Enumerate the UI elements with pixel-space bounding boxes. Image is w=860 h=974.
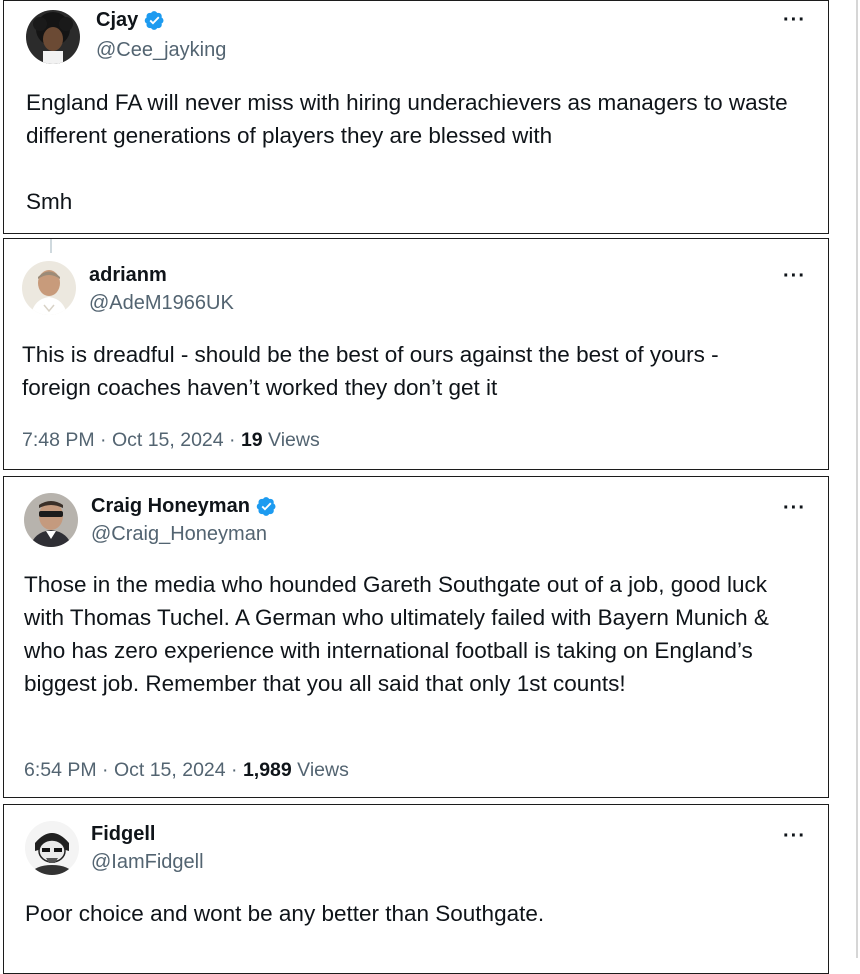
views-label: Views (291, 759, 349, 781)
views-count: 1,989 (242, 759, 292, 781)
verified-badge-icon (256, 496, 277, 517)
display-name[interactable]: Craig Honeyman (91, 495, 250, 518)
more-options-icon[interactable]: ··· (783, 265, 806, 288)
more-options-icon[interactable]: ··· (783, 825, 806, 848)
handle[interactable]: @Craig_Honeyman (91, 523, 267, 546)
more-options-icon[interactable]: ··· (783, 9, 806, 32)
tweet-text: Poor choice and wont be any better than … (25, 901, 545, 926)
tweet-card[interactable]: Cjay @Cee_jayking ··· England FA will ne… (3, 0, 829, 234)
author-line: Fidgell (91, 823, 155, 846)
views-count: 19 (240, 429, 263, 451)
avatar[interactable] (22, 261, 76, 315)
timestamp[interactable]: 6:54 PM · Oct 15, 2024 · (24, 759, 243, 781)
tweet-card[interactable]: Craig Honeyman @Craig_Honeyman ··· Those… (3, 476, 829, 798)
author-line: Cjay (96, 9, 165, 32)
handle[interactable]: @IamFidgell (91, 851, 204, 874)
author-line: adrianm (89, 264, 167, 287)
more-options-icon[interactable]: ··· (783, 497, 806, 520)
tweet-text: Those in the media who hounded Gareth So… (24, 572, 776, 696)
avatar[interactable] (24, 493, 78, 547)
handle[interactable]: @Cee_jayking (96, 39, 226, 62)
avatar[interactable] (26, 10, 80, 64)
avatar[interactable] (25, 821, 79, 875)
tweet-meta: 7:48 PM · Oct 15, 2024 · 19 Views (22, 429, 320, 452)
timestamp[interactable]: 7:48 PM · Oct 15, 2024 · (22, 429, 241, 451)
tweet-card[interactable]: Fidgell @IamFidgell ··· Poor choice and … (3, 804, 829, 974)
display-name[interactable]: Fidgell (91, 823, 155, 846)
display-name[interactable]: adrianm (89, 264, 167, 287)
right-edge-divider (856, 0, 858, 958)
display-name[interactable]: Cjay (96, 9, 138, 32)
tweet-card[interactable]: adrianm @AdeM1966UK ··· This is dreadful… (3, 238, 829, 470)
tweet-text: This is dreadful - should be the best of… (22, 342, 725, 400)
tweet-meta: 6:54 PM · Oct 15, 2024 · 1,989 Views (24, 759, 349, 782)
handle[interactable]: @AdeM1966UK (89, 292, 234, 315)
views-label: Views (262, 429, 320, 451)
thread-line (50, 239, 52, 253)
tweet-text: England FA will never miss with hiring u… (26, 90, 788, 214)
author-line: Craig Honeyman (91, 495, 277, 518)
verified-badge-icon (144, 10, 165, 31)
